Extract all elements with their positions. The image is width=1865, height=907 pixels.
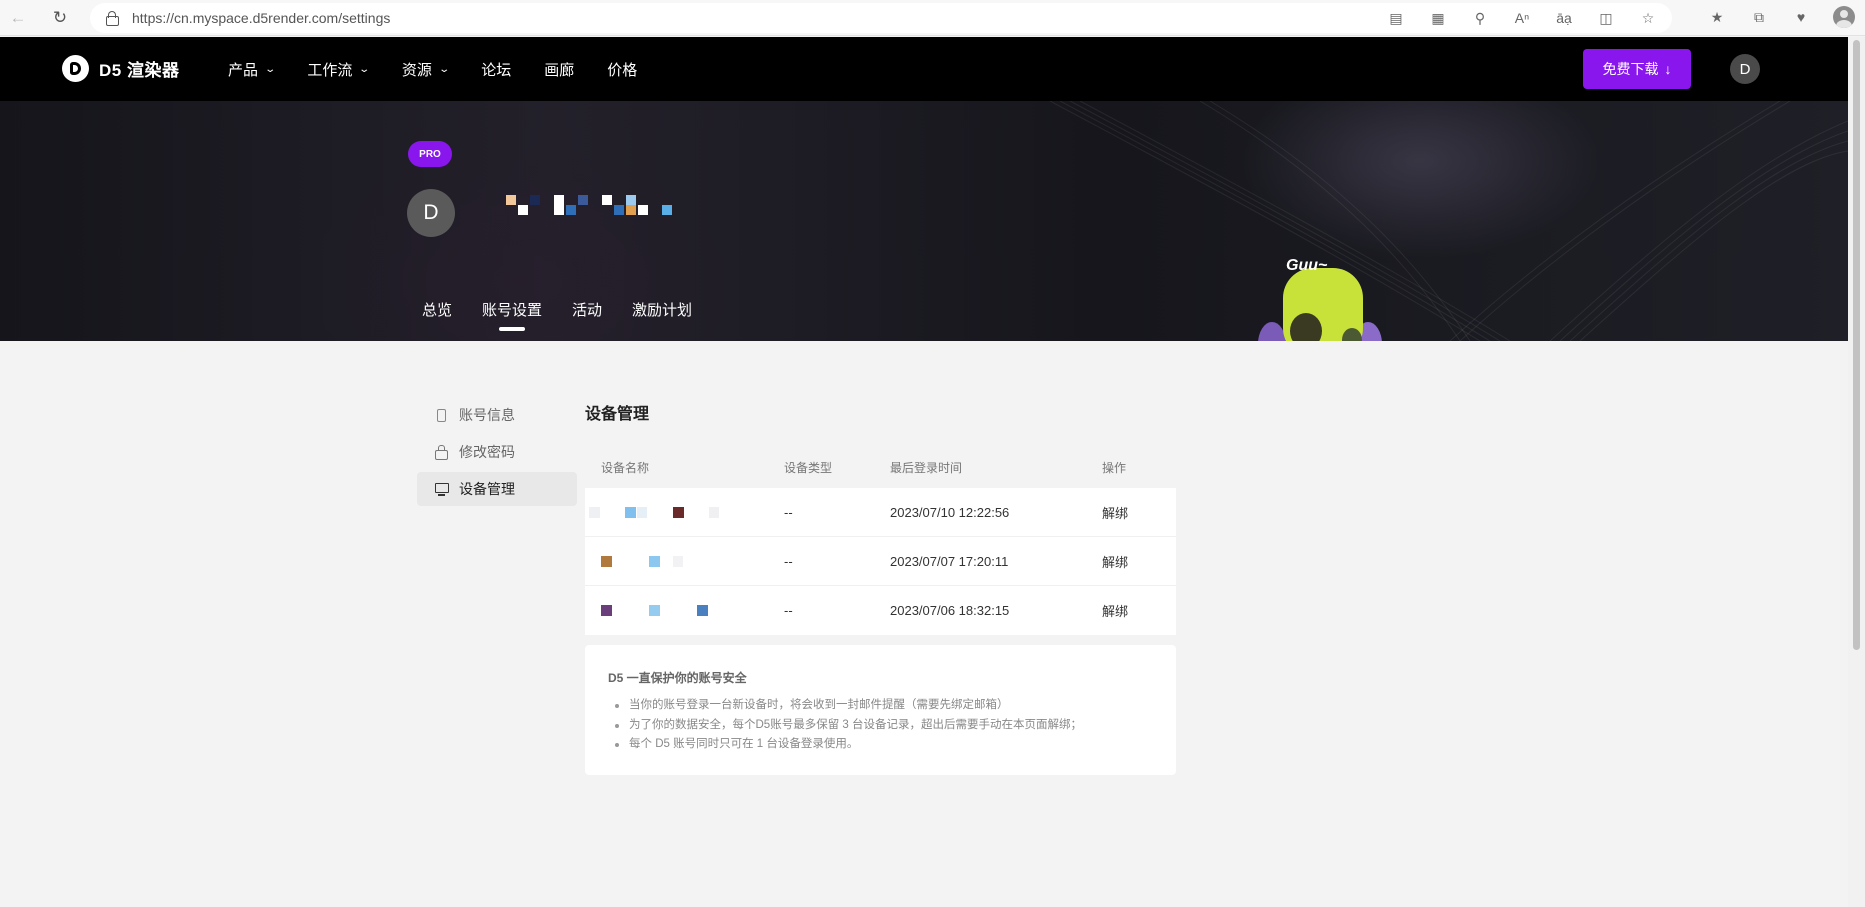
download-icon: ↓ [1664,61,1672,77]
sidebar-item-change-password[interactable]: 修改密码 [417,435,577,469]
redacted-device-name [585,537,784,585]
hero-decoration [1049,101,1848,341]
d5-logo-icon [62,55,89,82]
phone-icon [437,408,446,422]
col-last-login: 最后登录时间 [890,460,963,475]
browser-profile-icon[interactable] [1833,6,1855,28]
chevron-down-icon: ⌄ [264,63,277,75]
devices-table: 设备名称 设备类型 最后登录时间 操作 -- 2023/07/10 12:22:… [585,446,1176,635]
chevron-down-icon: ⌄ [358,63,371,75]
notice-item: 当你的账号登录一台新设备时，将会收到一封邮件提醒（需要先绑定邮箱） [608,696,1153,716]
page-scrollbar[interactable] [1848,37,1865,907]
unbind-button[interactable]: 解绑 [1102,503,1176,522]
apps-icon[interactable]: ▦ [1428,8,1448,28]
address-url[interactable]: https://cn.myspace.d5render.com/settings [132,10,390,26]
read-aloud-icon[interactable]: Aⁿ [1512,8,1532,28]
notice-item: 为了你的数据安全，每个D5账号最多保留 3 台设备记录，超出后需要手动在本页面解… [608,716,1153,736]
device-type: -- [784,504,793,520]
tab-overview[interactable]: 总览 [422,299,452,320]
scrollbar-thumb[interactable] [1853,40,1860,650]
security-notice: D5 一直保护你的账号安全 当你的账号登录一台新设备时，将会收到一封邮件提醒（需… [585,645,1176,775]
table-header: 设备名称 设备类型 最后登录时间 操作 [585,446,1176,488]
account-tabs: 总览 账号设置 活动 激励计划 [422,299,692,331]
notice-title: D5 一直保护你的账号安全 [608,671,747,685]
settings-sidebar: 账号信息 修改密码 设备管理 [417,398,577,509]
sidebar-item-account-info[interactable]: 账号信息 [417,398,577,432]
table-row: -- 2023/07/07 17:20:11 解绑 [585,537,1176,586]
translate-icon[interactable]: āạ [1554,8,1574,28]
tab-incentive-program[interactable]: 激励计划 [632,299,692,320]
key-icon[interactable]: ⚲ [1470,8,1490,28]
site-header: D5 渲染器 产品 ⌄ 工作流 ⌄ 资源 ⌄ 论坛 画廊 价格 免费下载 ↓ D [0,37,1848,101]
nav-item-resources[interactable]: 资源 ⌄ [402,59,450,80]
nav-item-pricing[interactable]: 价格 [607,59,637,80]
last-login-time: 2023/07/07 17:20:11 [890,553,1009,569]
nav-item-forum[interactable]: 论坛 [481,59,511,80]
download-label: 免费下载 [1602,61,1659,77]
favorite-star-icon[interactable]: ☆ [1638,8,1658,28]
device-type: -- [784,603,793,618]
site-logo[interactable]: D5 渲染器 [62,55,179,82]
col-device-name: 设备名称 [601,460,650,475]
redacted-device-name [585,586,784,635]
profile-hero: PRO D 总览 账号设置 活动 激励计划 Guu~ [0,101,1848,341]
cast-icon[interactable]: ▤ [1386,8,1406,28]
col-device-type: 设备类型 [784,460,833,475]
table-row: -- 2023/07/10 12:22:56 解绑 [585,488,1176,537]
refresh-icon[interactable]: ↻ [48,6,72,30]
device-type: -- [784,553,793,569]
tab-account-settings[interactable]: 账号设置 [482,299,542,331]
pro-badge: PRO [408,141,452,167]
notice-item: 每个 D5 账号同时只可在 1 台设备登录使用。 [608,735,1153,755]
browser-toolbar: ← ↻ https://cn.myspace.d5render.com/sett… [0,0,1865,36]
unbind-button[interactable]: 解绑 [1102,601,1176,620]
address-bar[interactable]: https://cn.myspace.d5render.com/settings… [90,3,1672,33]
last-login-time: 2023/07/06 18:32:15 [890,603,1010,618]
last-login-time: 2023/07/10 12:22:56 [890,504,1010,520]
free-download-button[interactable]: 免费下载 ↓ [1583,49,1691,89]
nav-item-workflow[interactable]: 工作流 ⌄ [307,59,371,80]
unbind-button[interactable]: 解绑 [1102,552,1176,571]
notice-list: 当你的账号登录一台新设备时，将会收到一封邮件提醒（需要先绑定邮箱） 为了你的数据… [608,696,1153,755]
user-avatar[interactable]: D [1730,54,1760,84]
nav-item-products[interactable]: 产品 ⌄ [228,59,277,80]
back-arrow-icon[interactable]: ← [6,6,30,30]
main-nav: 产品 ⌄ 工作流 ⌄ 资源 ⌄ 论坛 画廊 价格 [228,37,670,101]
split-screen-icon[interactable]: ◫ [1596,8,1616,28]
sidebar-item-device-management[interactable]: 设备管理 [417,472,577,506]
redacted-device-name [585,488,784,536]
sidebar-item-label: 账号信息 [459,407,515,423]
page-title: 设备管理 [585,406,650,423]
profile-avatar: D [407,189,455,237]
chevron-down-icon: ⌄ [438,63,450,75]
col-actions: 操作 [1102,460,1127,475]
mascot-text: Guu~ [1286,257,1328,274]
logo-text: D5 渲染器 [99,61,180,80]
monitor-icon [435,482,449,496]
browser-essentials-icon[interactable]: ♥ [1791,7,1811,27]
favorites-list-icon[interactable]: ★ [1707,7,1727,27]
mascot-illustration: Guu~ [1258,257,1382,341]
lock-icon [435,445,449,460]
sidebar-item-label: 修改密码 [459,444,515,460]
table-row: -- 2023/07/06 18:32:15 解绑 [585,586,1176,635]
tab-activity[interactable]: 活动 [572,299,602,320]
collections-icon[interactable]: ⧉ [1749,7,1769,27]
lock-icon [106,11,119,26]
nav-item-gallery[interactable]: 画廊 [544,59,574,80]
sidebar-item-label: 设备管理 [459,481,515,497]
